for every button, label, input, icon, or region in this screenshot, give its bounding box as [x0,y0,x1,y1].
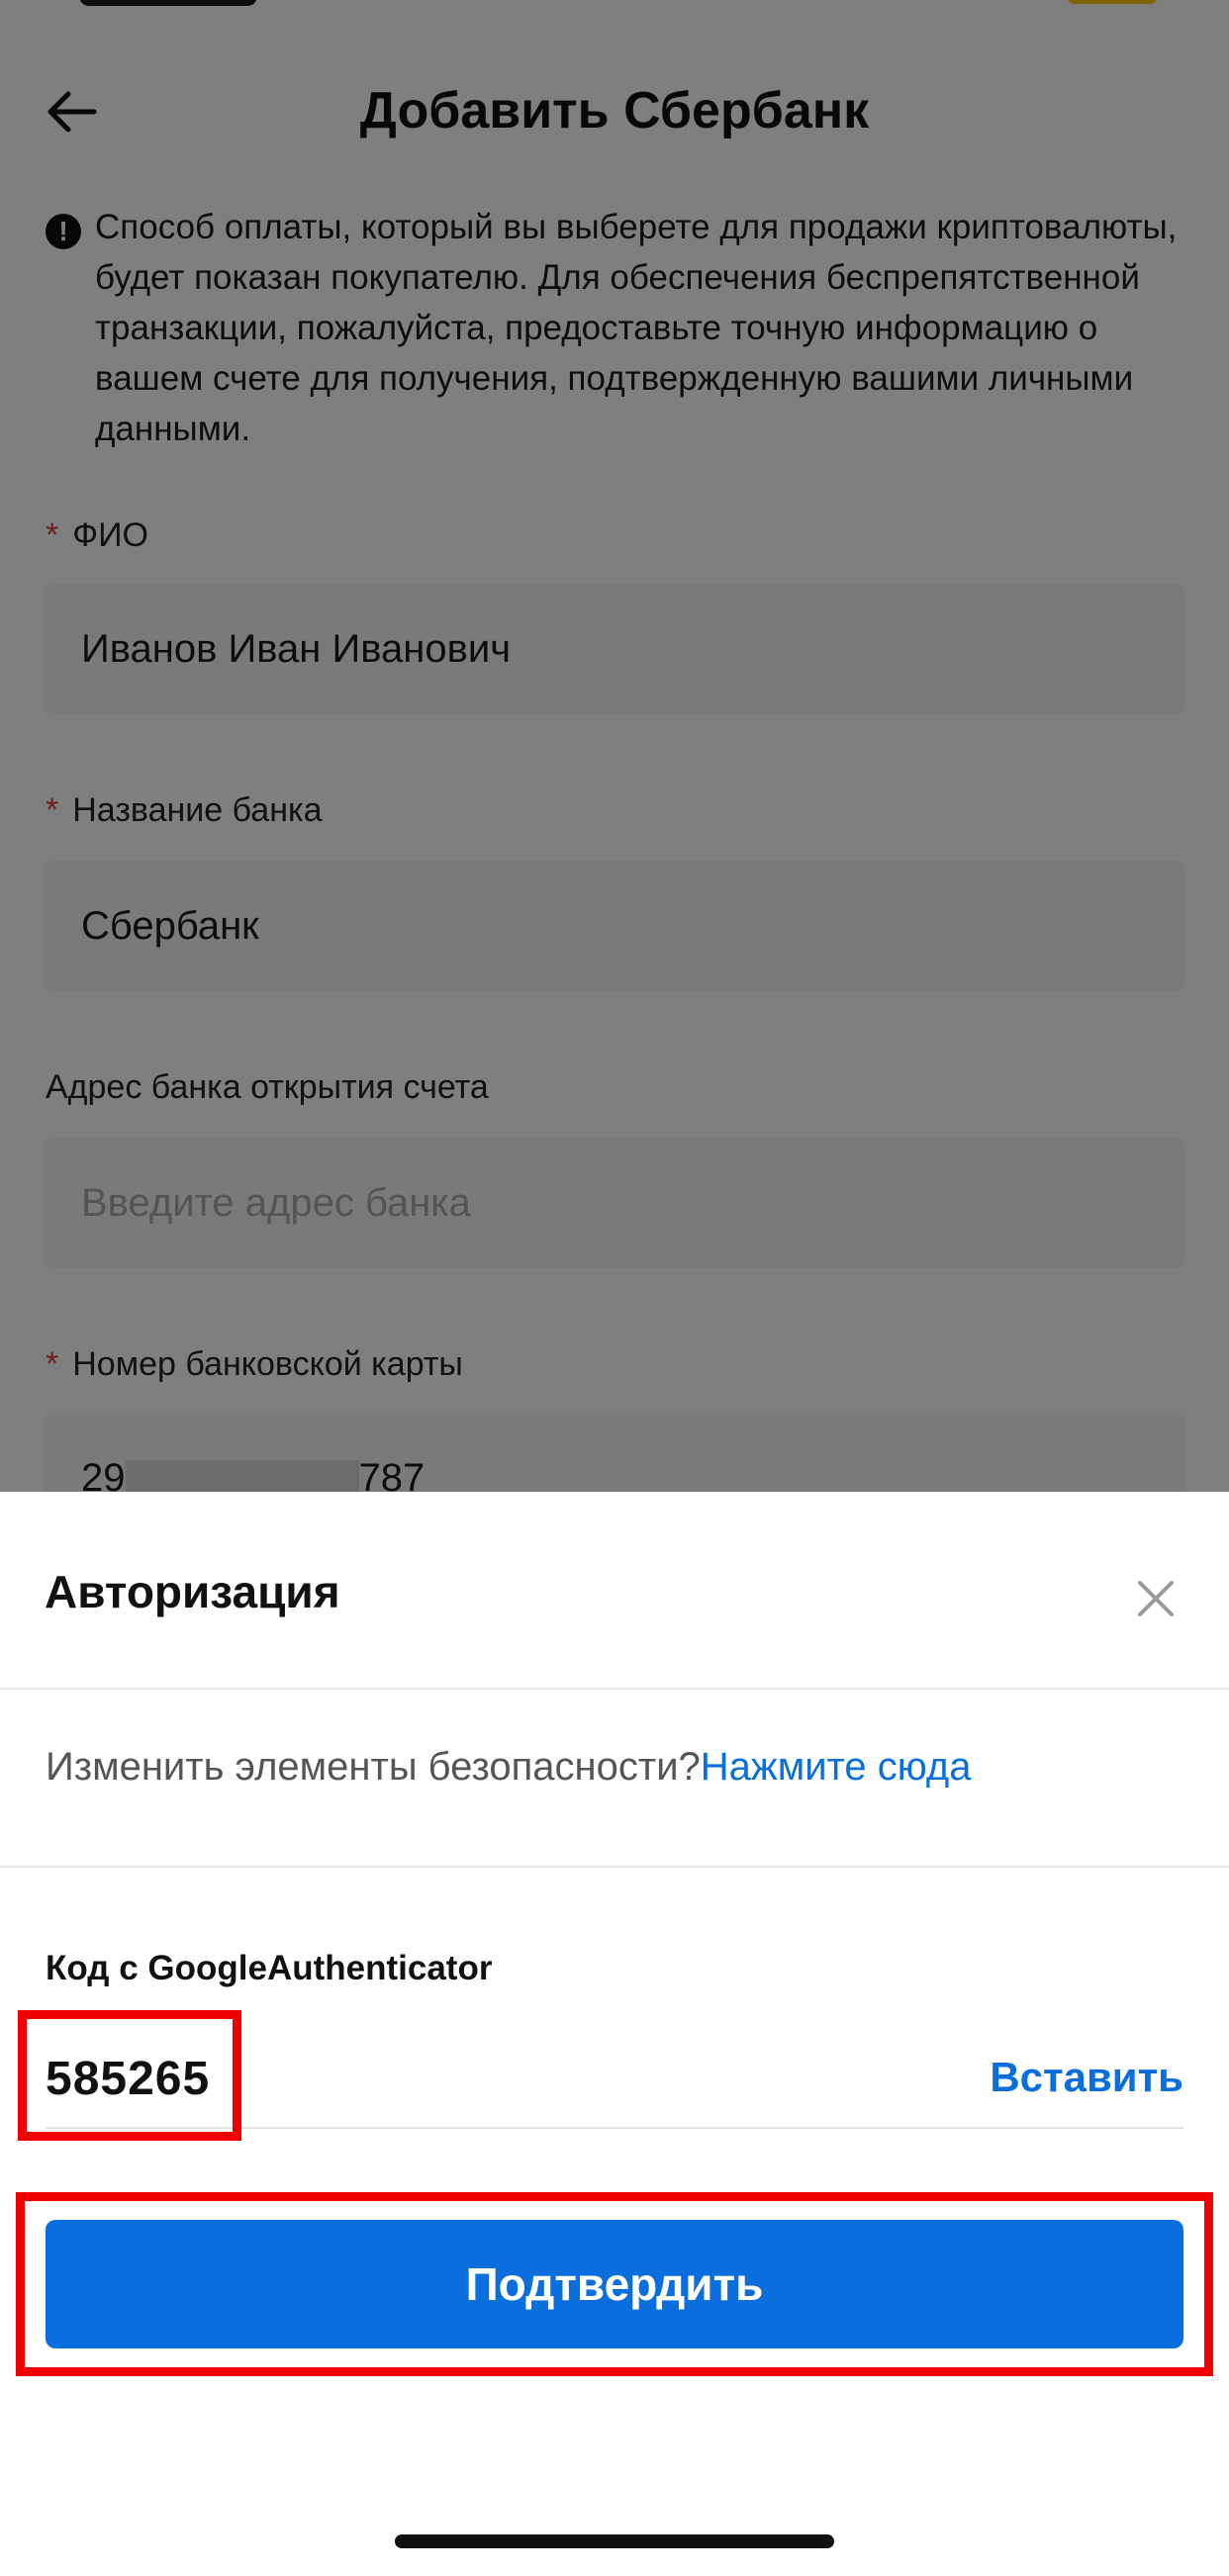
security-text: Изменить элементы безопасности? [46,1745,701,1789]
close-icon[interactable] [1126,1569,1185,1628]
security-row: Изменить элементы безопасности?Нажмите с… [46,1745,971,1790]
security-link[interactable]: Нажмите сюда [701,1745,972,1789]
confirm-button[interactable]: Подтвердить [46,2220,1183,2348]
home-indicator[interactable] [395,2534,834,2548]
sheet-title: Авторизация [45,1566,340,1617]
close-icon-svg [1138,1581,1174,1616]
modal-backdrop[interactable] [0,0,1229,1494]
divider [0,1866,1229,1868]
google-auth-code-label: Код с GoogleAuthenticator [46,1949,493,1987]
authorization-sheet: Авторизация Изменить элементы безопаснос… [0,1492,1229,2576]
paste-button[interactable]: Вставить [990,2054,1183,2101]
google-auth-code-value: 585265 [46,2053,211,2105]
google-auth-code-input[interactable]: 585265 Вставить [46,2044,1183,2129]
divider [0,1688,1229,1690]
